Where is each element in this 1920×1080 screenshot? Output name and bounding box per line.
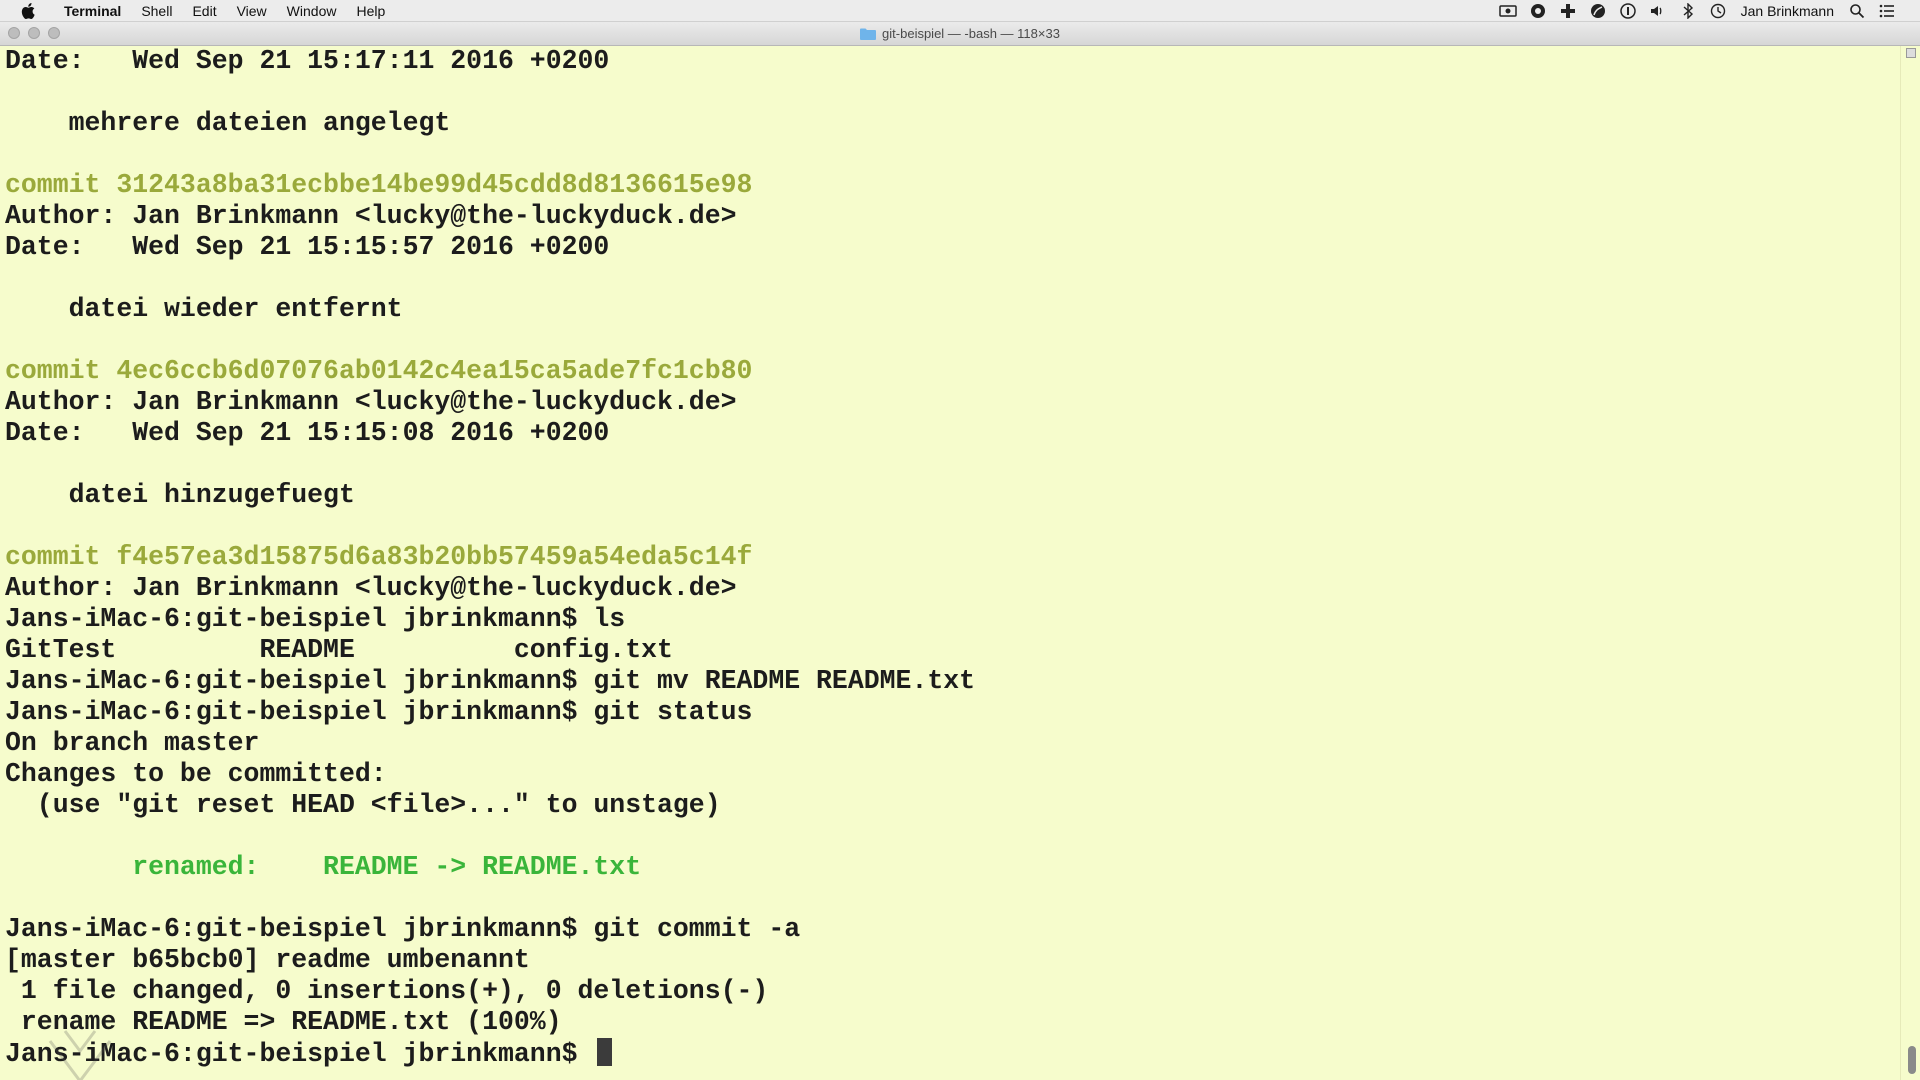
- time-machine-icon[interactable]: [1709, 2, 1727, 20]
- terminal-line-text: datei wieder entfernt: [5, 294, 403, 324]
- terminal-line-text: Date: Wed Sep 21 15:15:08 2016 +0200: [5, 418, 610, 448]
- terminal-line-text: commit 4ec6ccb6d07076ab0142c4ea15ca5ade7…: [5, 356, 753, 386]
- leaf-icon[interactable]: [1589, 2, 1607, 20]
- video-watermark-icon: [48, 1030, 112, 1080]
- terminal-line: Author: Jan Brinkmann <lucky@the-luckydu…: [5, 573, 975, 604]
- scroll-thumb[interactable]: [1908, 1046, 1916, 1074]
- window-title-area: git-beispiel — -bash — 118×33: [860, 26, 1060, 41]
- terminal-line: Jans-iMac-6:git-beispiel jbrinkmann$ git…: [5, 914, 975, 945]
- terminal-line-text: Jans-iMac-6:git-beispiel jbrinkmann$ git…: [5, 697, 753, 727]
- terminal-line-text: Jans-iMac-6:git-beispiel jbrinkmann$ git…: [5, 666, 976, 696]
- terminal-line: On branch master: [5, 728, 975, 759]
- plus-cross-icon[interactable]: [1559, 2, 1577, 20]
- notification-center-icon[interactable]: [1878, 2, 1896, 20]
- bluetooth-icon[interactable]: [1679, 2, 1697, 20]
- terminal-line-text: [master b65bcb0] readme umbenannt: [5, 945, 530, 975]
- text-cursor: [597, 1038, 613, 1066]
- terminal-line: datei wieder entfernt: [5, 294, 975, 325]
- apple-logo-icon[interactable]: [18, 2, 38, 19]
- terminal-line: Author: Jan Brinkmann <lucky@the-luckydu…: [5, 387, 975, 418]
- terminal-line-text: commit f4e57ea3d15875d6a83b20bb57459a54e…: [5, 542, 753, 572]
- commit-hash-line: commit 31243a8ba31ecbbe14be99d45cdd8d813…: [5, 170, 975, 201]
- terminal-line-text: Author: Jan Brinkmann <lucky@the-luckydu…: [5, 387, 737, 417]
- zoom-button[interactable]: [48, 27, 60, 39]
- minimize-button[interactable]: [28, 27, 40, 39]
- menu-bar-status: Jan Brinkmann: [1493, 0, 1920, 21]
- window-title: git-beispiel — -bash — 118×33: [882, 26, 1060, 41]
- terminal-line-text: Author: Jan Brinkmann <lucky@the-luckydu…: [5, 201, 737, 231]
- terminal-line: Jans-iMac-6:git-beispiel jbrinkmann$ git…: [5, 697, 975, 728]
- window-controls: [8, 27, 60, 39]
- menu-view[interactable]: View: [227, 3, 277, 19]
- menu-bar: Terminal Shell Edit View Window Help Jan…: [0, 0, 1920, 22]
- terminal-line-text: On branch master: [5, 728, 260, 758]
- terminal-line-text: Jans-iMac-6:git-beispiel jbrinkmann$ ls: [5, 604, 626, 634]
- info-icon[interactable]: [1619, 2, 1637, 20]
- terminal-line: Jans-iMac-6:git-beispiel jbrinkmann$ ls: [5, 604, 975, 635]
- terminal-line: Changes to be committed:: [5, 759, 975, 790]
- close-button[interactable]: [8, 27, 20, 39]
- scrollbar[interactable]: [1900, 46, 1920, 1080]
- screen-record-icon[interactable]: [1498, 2, 1517, 20]
- terminal-line: mehrere dateien angelegt: [5, 108, 975, 139]
- terminal-line: rename README => README.txt (100%): [5, 1007, 975, 1038]
- terminal-line: Author: Jan Brinkmann <lucky@the-luckydu…: [5, 201, 975, 232]
- terminal-line-text: GitTest README config.txt: [5, 635, 673, 665]
- terminal-line-text: Jans-iMac-6:git-beispiel jbrinkmann$ git…: [5, 914, 801, 944]
- terminal-line: GitTest README config.txt: [5, 635, 975, 666]
- terminal-line: Date: Wed Sep 21 15:15:57 2016 +0200: [5, 232, 975, 263]
- scroll-marker-icon: [1906, 48, 1916, 58]
- terminal-line: renamed: README -> README.txt: [5, 852, 975, 883]
- terminal-line: 1 file changed, 0 insertions(+), 0 delet…: [5, 976, 975, 1007]
- folder-icon: [860, 28, 877, 40]
- terminal-line-text: mehrere dateien angelegt: [5, 108, 451, 138]
- terminal-view[interactable]: Date: Wed Sep 21 15:17:11 2016 +0200 meh…: [0, 46, 1920, 1080]
- terminal-line-text: Date: Wed Sep 21 15:15:57 2016 +0200: [5, 232, 610, 262]
- terminal-line-text: (use "git reset HEAD <file>..." to unsta…: [5, 790, 721, 820]
- terminal-line-text: datei hinzugefuegt: [5, 480, 355, 510]
- terminal-line-text: commit 31243a8ba31ecbbe14be99d45cdd8d813…: [5, 170, 753, 200]
- terminal-line: Date: Wed Sep 21 15:15:08 2016 +0200: [5, 418, 975, 449]
- terminal-output: Date: Wed Sep 21 15:17:11 2016 +0200 meh…: [5, 46, 975, 1069]
- menu-app-name[interactable]: Terminal: [54, 3, 131, 19]
- menu-shell[interactable]: Shell: [131, 3, 182, 19]
- window-titlebar[interactable]: git-beispiel — -bash — 118×33: [0, 22, 1920, 46]
- terminal-line: Jans-iMac-6:git-beispiel jbrinkmann$ git…: [5, 666, 975, 697]
- terminal-line: [master b65bcb0] readme umbenannt: [5, 945, 975, 976]
- menu-help[interactable]: Help: [346, 3, 395, 19]
- spotlight-search-icon[interactable]: [1848, 2, 1866, 20]
- menu-bar-left: Terminal Shell Edit View Window Help: [0, 0, 395, 21]
- shell-prompt-line: Jans-iMac-6:git-beispiel jbrinkmann$: [5, 1038, 975, 1069]
- terminal-line: datei hinzugefuegt: [5, 480, 975, 511]
- creative-cloud-icon[interactable]: [1529, 2, 1547, 20]
- terminal-line: Date: Wed Sep 21 15:17:11 2016 +0200: [5, 46, 975, 77]
- terminal-line-text: 1 file changed, 0 insertions(+), 0 delet…: [5, 976, 769, 1006]
- terminal-line-text: Author: Jan Brinkmann <lucky@the-luckydu…: [5, 573, 737, 603]
- commit-hash-line: commit f4e57ea3d15875d6a83b20bb57459a54e…: [5, 542, 975, 573]
- terminal-line: (use "git reset HEAD <file>..." to unsta…: [5, 790, 975, 821]
- terminal-line-text: renamed: README -> README.txt: [5, 852, 642, 882]
- volume-icon[interactable]: [1649, 2, 1667, 20]
- terminal-line-text: Date: Wed Sep 21 15:17:11 2016 +0200: [5, 46, 610, 76]
- menu-edit[interactable]: Edit: [182, 3, 226, 19]
- commit-hash-line: commit 4ec6ccb6d07076ab0142c4ea15ca5ade7…: [5, 356, 975, 387]
- menu-window[interactable]: Window: [277, 3, 347, 19]
- user-name[interactable]: Jan Brinkmann: [1741, 3, 1834, 19]
- terminal-line-text: Changes to be committed:: [5, 759, 387, 789]
